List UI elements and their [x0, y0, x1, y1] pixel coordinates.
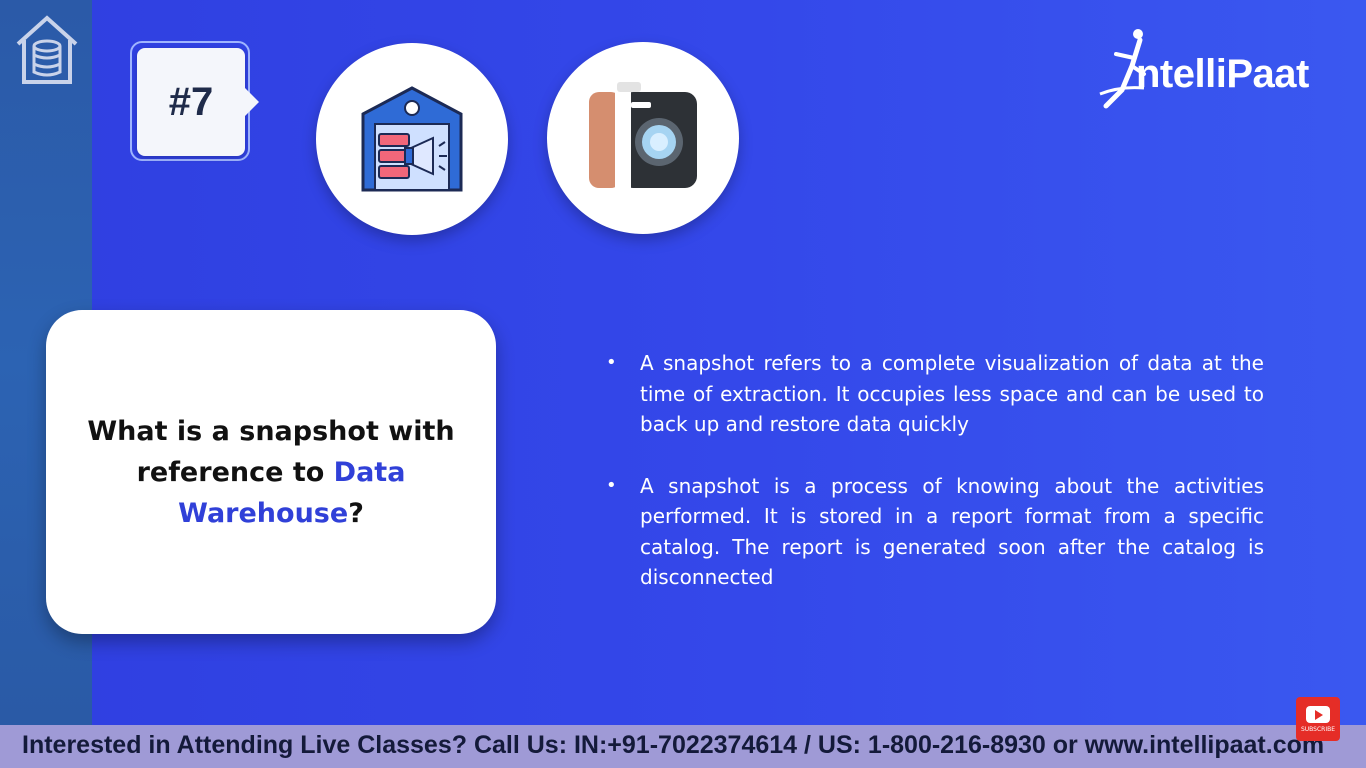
question-part2: ? — [348, 497, 364, 529]
logo-text: ntelliPaat — [1136, 52, 1309, 96]
camera-icon-circle — [547, 42, 739, 234]
camera-icon — [589, 82, 697, 188]
footer-text: Interested in Attending Live Classes? Ca… — [22, 731, 1325, 759]
badge-arrow — [245, 88, 259, 116]
warehouse-icon-circle — [316, 43, 508, 235]
subscribe-label: SUBSCRIBE — [1300, 725, 1336, 733]
warehouse-icon — [361, 86, 463, 192]
question-number-badge: #7 — [127, 38, 271, 166]
question-card: What is a snapshot with reference to Dat… — [46, 310, 496, 634]
answer-bullet-list: • A snapshot refers to a complete visuali… — [604, 348, 1264, 624]
bullet-text: A snapshot is a process of knowing about… — [640, 473, 1264, 590]
badge-number: #7 — [137, 48, 245, 156]
bullet-dot: • — [606, 352, 617, 373]
answer-bullet: • A snapshot is a process of knowing abou… — [604, 471, 1264, 593]
bullet-dot: • — [606, 474, 617, 496]
contact-footer-bar: Interested in Attending Live Classes? Ca… — [0, 725, 1366, 768]
youtube-icon — [1306, 705, 1330, 723]
youtube-subscribe-button[interactable]: SUBSCRIBE — [1296, 697, 1340, 741]
answer-bullet: • A snapshot refers to a complete visuali… — [604, 348, 1264, 440]
bullet-text: A snapshot refers to a complete visualiz… — [640, 351, 1264, 436]
question-text: What is a snapshot with reference to Dat… — [81, 411, 461, 534]
database-icon — [16, 15, 78, 84]
intellipaat-logo: ntelliPaat — [1096, 28, 1340, 112]
